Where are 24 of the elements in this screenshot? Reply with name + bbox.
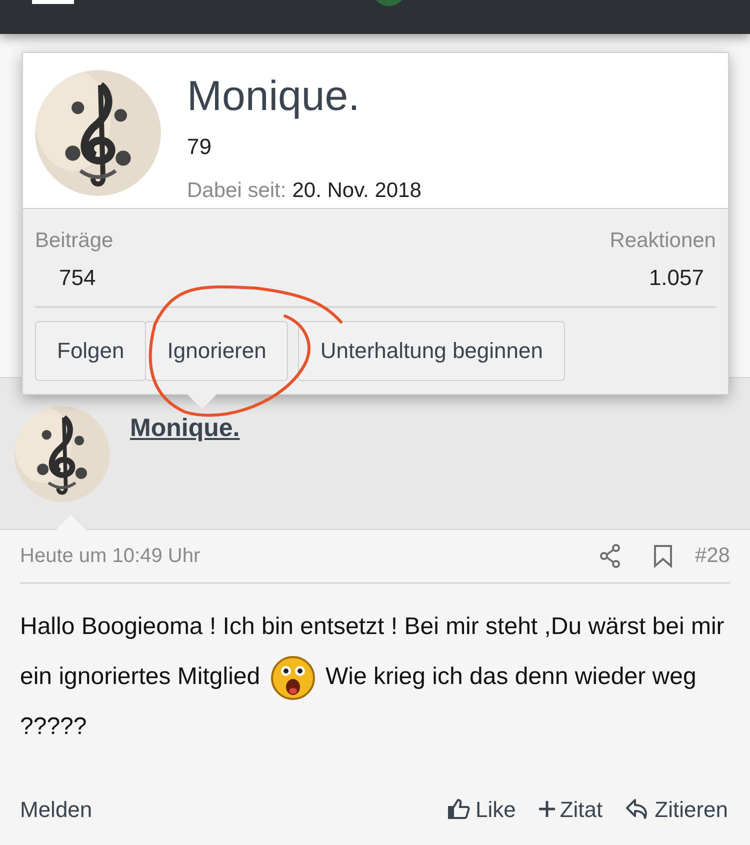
share-icon[interactable] xyxy=(598,544,621,568)
author-link[interactable]: Monique. xyxy=(130,410,240,448)
stat-value: 1.057 xyxy=(648,264,705,292)
stat-label: Beiträge xyxy=(35,228,114,254)
profile-button[interactable]: Ignorieren xyxy=(145,320,288,380)
thumbs-up-icon xyxy=(447,797,472,821)
post-text: Hallo Boogieoma ! Ich bin entsetzt ! Bei mir steht ,Du wärst bei mir ein ignoriertes Mitglied Wie krieg ich das denn wieder weg ????? xyxy=(20,612,726,742)
stat-value: 754 xyxy=(58,264,97,292)
pointer-arrow xyxy=(56,515,86,530)
report-link[interactable]: Melden xyxy=(20,792,448,826)
stat-label: Reaktionen xyxy=(610,228,716,254)
profile-name: Monique. xyxy=(187,71,361,121)
joined-date: 20. Nov. 2018 xyxy=(292,178,422,204)
profile-button[interactable]: Unterhaltung beginnen xyxy=(298,320,565,380)
profile-button[interactable]: Folgen xyxy=(35,320,146,380)
reply-link[interactable]: Zitieren xyxy=(624,792,728,826)
post-time: Heute um 10:49 Uhr xyxy=(20,544,202,569)
profile-subtitle: 79 xyxy=(187,133,212,161)
bookmark-icon[interactable] xyxy=(652,544,673,568)
like-link[interactable]: Like xyxy=(447,792,516,826)
add-link[interactable]: Zitat xyxy=(538,792,603,826)
plus-icon xyxy=(538,800,556,818)
shocked-emoji-icon xyxy=(270,656,315,700)
joined-label: Dabei seit: xyxy=(187,178,286,204)
